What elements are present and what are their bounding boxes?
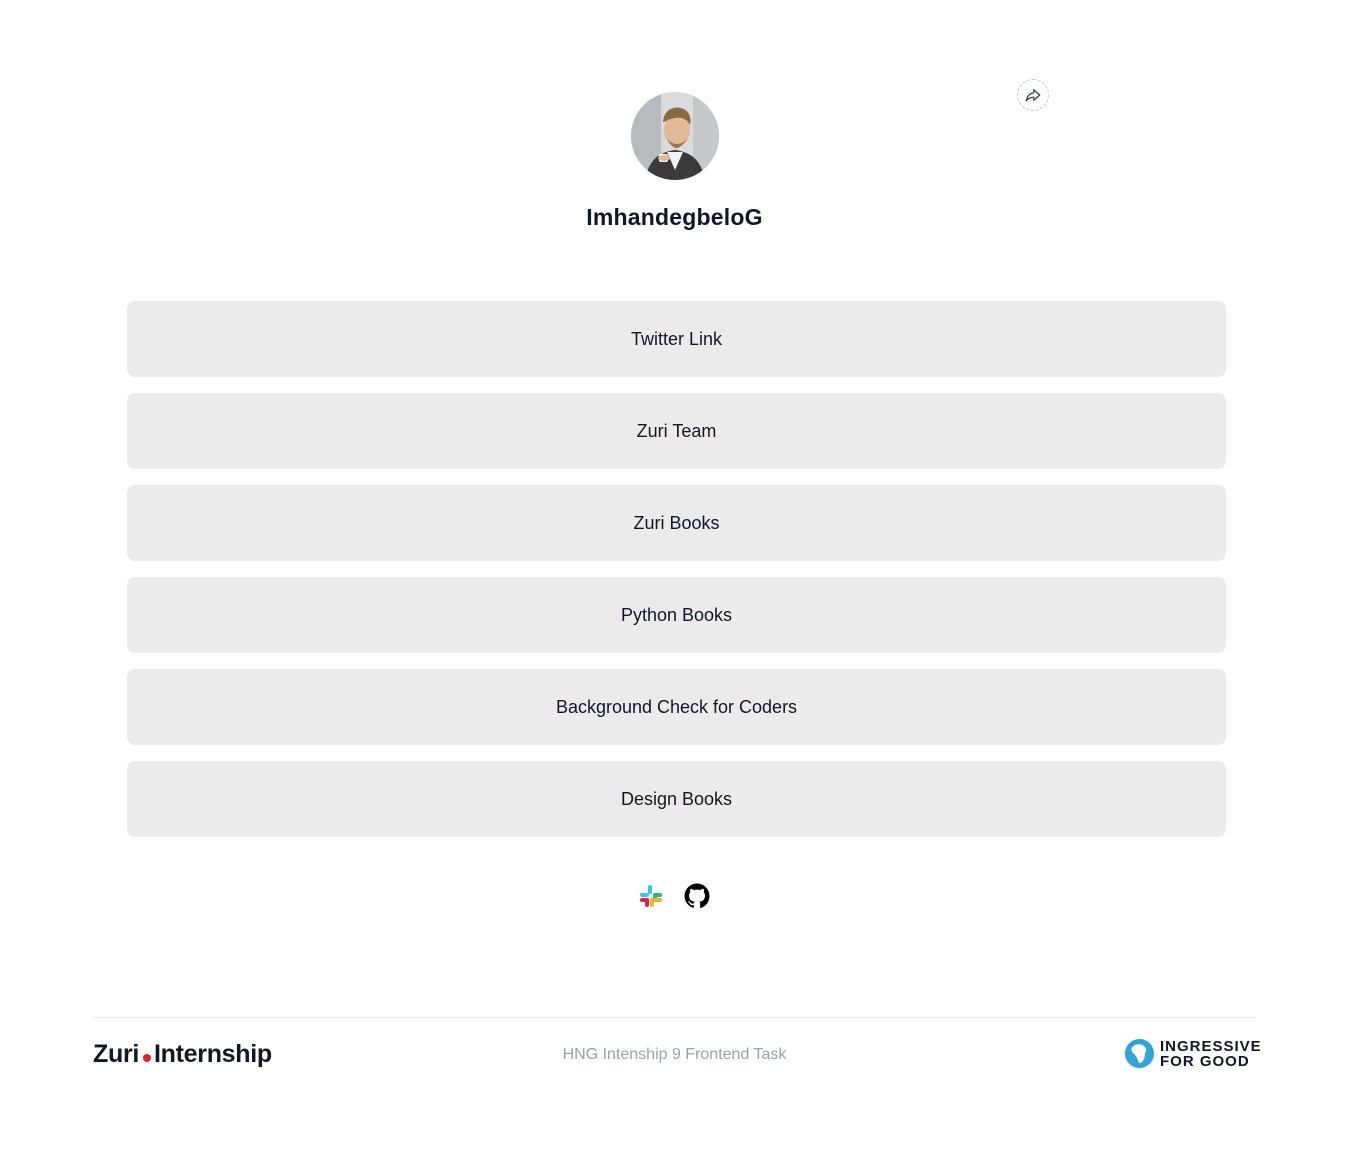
page: ImhandegbeloG Twitter Link Zuri Team Zur… <box>0 0 1349 1159</box>
link-button-twitter[interactable]: Twitter Link <box>127 301 1226 377</box>
avatar-photo <box>631 92 719 180</box>
link-button-zuri-team[interactable]: Zuri Team <box>127 393 1226 469</box>
link-button-python-books[interactable]: Python Books <box>127 577 1226 653</box>
i4g-line-2: FOR GOOD <box>1160 1052 1250 1070</box>
profile-name: ImhandegbeloG <box>586 204 763 230</box>
link-button-zuri-books[interactable]: Zuri Books <box>127 485 1226 561</box>
links-list: Twitter Link Zuri Team Zuri Books Python… <box>127 301 1226 853</box>
link-button-design-books[interactable]: Design Books <box>127 761 1226 837</box>
footer-divider <box>93 1017 1256 1018</box>
share-button[interactable] <box>1017 79 1049 111</box>
slack-icon[interactable] <box>638 883 664 909</box>
ingressive-for-good-logo: INGRESSIVE FOR GOOD <box>1124 1038 1262 1069</box>
i4g-logo-text: INGRESSIVE FOR GOOD <box>1160 1039 1262 1069</box>
link-button-background-check[interactable]: Background Check for Coders <box>127 669 1226 745</box>
avatar <box>631 92 719 180</box>
share-icon <box>1025 89 1041 102</box>
globe-africa-icon <box>1124 1038 1155 1069</box>
i4g-line-1: INGRESSIVE <box>1160 1037 1262 1055</box>
github-icon[interactable] <box>684 883 710 909</box>
social-icons <box>638 883 710 909</box>
